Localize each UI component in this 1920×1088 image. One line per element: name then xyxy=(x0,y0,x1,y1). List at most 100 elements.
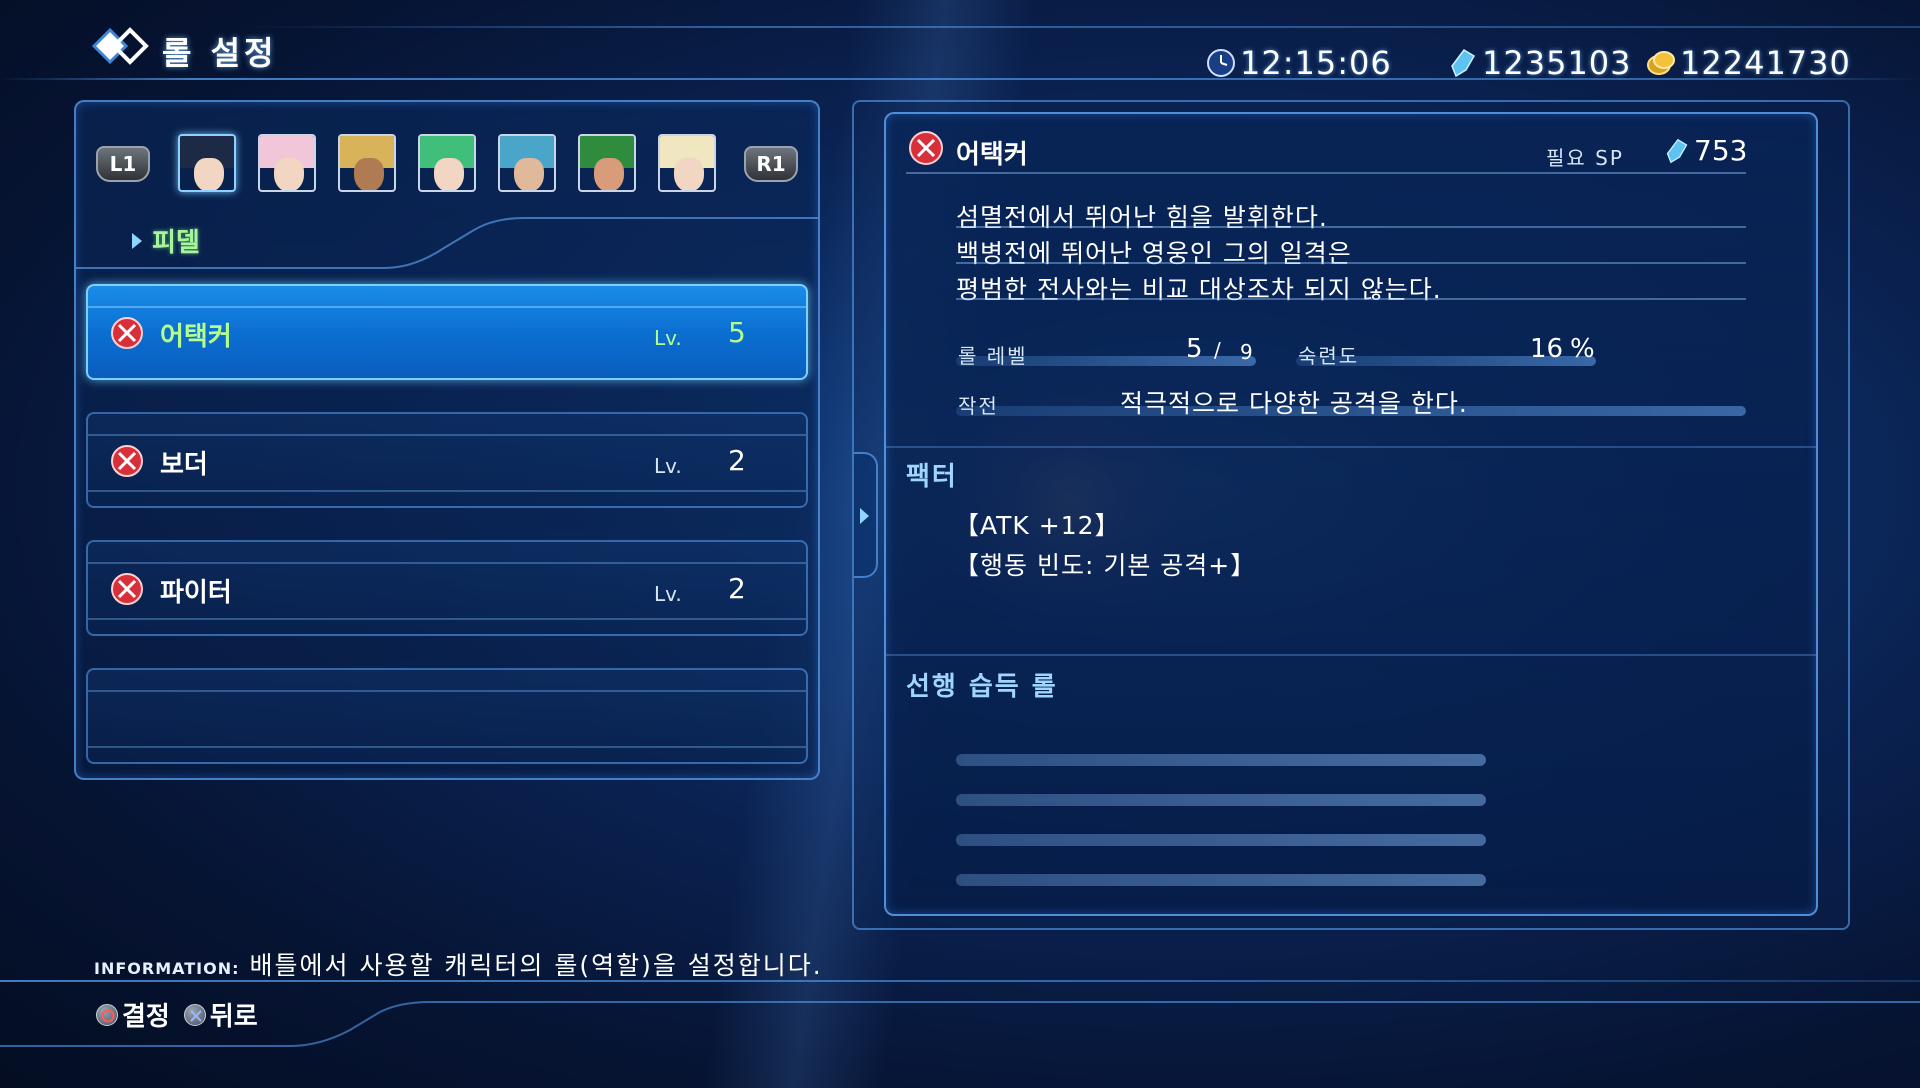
level-value: 5 xyxy=(728,316,746,349)
portrait-emmerson[interactable] xyxy=(578,134,636,192)
back-label: 뒤로 xyxy=(209,1002,258,1032)
role-row-empty[interactable] xyxy=(86,668,808,764)
page-title: 롤 설정 xyxy=(162,34,278,72)
divider xyxy=(886,654,1816,656)
clock-readout: 12:15:06 xyxy=(1206,44,1392,82)
row-line xyxy=(88,434,806,436)
triangle-right-icon xyxy=(860,508,869,524)
role-boarder-icon xyxy=(111,445,143,477)
selected-character: 피델 xyxy=(132,222,200,259)
portrait-miki[interactable] xyxy=(258,134,316,192)
role-name: 어택커 xyxy=(160,322,232,352)
diamond-menu-icon xyxy=(91,27,149,65)
footer-line xyxy=(0,980,1920,982)
description-line-3: 평범한 전사와는 비교 대상조차 되지 않는다. xyxy=(956,275,1442,304)
divider xyxy=(906,172,1746,174)
panel-toggle-tab[interactable] xyxy=(854,452,878,578)
proficiency-label: 숙련도 xyxy=(1298,344,1360,368)
role-level-max: 9 xyxy=(1240,340,1253,364)
role-name: 파이터 xyxy=(160,578,232,608)
portrait-anne[interactable] xyxy=(658,134,716,192)
level-label: Lv. xyxy=(654,582,682,606)
required-sp-value: 753 xyxy=(1694,134,1748,167)
button-prompts: 결정 뒤로 xyxy=(96,996,272,1033)
triangle-right-icon xyxy=(132,232,142,249)
row-line xyxy=(88,746,806,748)
r1-button[interactable]: R1 xyxy=(744,146,798,182)
description-line-1: 섬멸전에서 뛰어난 힘을 발휘한다. xyxy=(956,203,1328,232)
information-text: 배틀에서 사용할 캐릭터의 롤(역할)을 설정합니다. xyxy=(249,951,823,980)
information-label: INFORMATION: xyxy=(94,959,240,978)
character-name: 피델 xyxy=(152,228,200,258)
cross-button-icon xyxy=(183,1003,206,1026)
row-line xyxy=(88,690,806,692)
crystal-icon xyxy=(1666,138,1688,163)
role-row-boarder[interactable]: 보더 Lv. 2 xyxy=(86,412,808,508)
level-label: Lv. xyxy=(654,326,682,350)
clock-icon xyxy=(1207,49,1235,77)
divider xyxy=(956,298,1746,300)
factor-title: 팩터 xyxy=(906,462,958,492)
crystal-readout: 1235103 xyxy=(1448,44,1632,82)
prereq-empty-slot xyxy=(956,834,1486,846)
portrait-face xyxy=(434,158,464,190)
portrait-relia[interactable] xyxy=(418,134,476,192)
row-line xyxy=(88,490,806,492)
divider xyxy=(956,262,1746,264)
role-fighter-icon xyxy=(111,573,143,605)
gold-count: 12241730 xyxy=(1680,44,1851,82)
footer-curve xyxy=(0,1001,1920,1047)
row-line xyxy=(88,306,806,308)
tactics-label: 작전 xyxy=(958,394,999,418)
portrait-face xyxy=(354,158,384,190)
header-line xyxy=(0,78,1920,80)
required-sp-label: 필요 SP xyxy=(1546,146,1624,170)
role-level-separator: / xyxy=(1214,338,1221,362)
divider xyxy=(956,226,1746,228)
role-row-attacker[interactable]: 어택커 Lv. 5 xyxy=(86,284,808,380)
circle-button-icon xyxy=(96,1003,118,1026)
prereq-empty-slot xyxy=(956,794,1486,806)
role-name: 보더 xyxy=(160,450,208,480)
factor-line-1: 【ATK +12】 xyxy=(954,511,1121,540)
level-label: Lv. xyxy=(654,454,682,478)
header-line-top xyxy=(240,26,1920,28)
gold-coin-icon xyxy=(1647,51,1675,75)
proficiency-unit: % xyxy=(1570,334,1595,364)
portrait-fiore[interactable] xyxy=(338,134,396,192)
portrait-face xyxy=(274,158,304,190)
row-line xyxy=(88,618,806,620)
portrait-face xyxy=(594,158,624,190)
back-button[interactable]: 뒤로 xyxy=(183,996,258,1033)
crystal-count: 1235103 xyxy=(1482,44,1632,82)
clock-time: 12:15:06 xyxy=(1240,44,1392,82)
tactics-value: 적극적으로 다양한 공격을 한다. xyxy=(1120,389,1468,418)
prereq-empty-slot xyxy=(956,874,1486,886)
detail-role-name: 어택커 xyxy=(956,140,1028,170)
confirm-button[interactable]: 결정 xyxy=(96,996,170,1033)
gold-readout: 12241730 xyxy=(1646,44,1851,82)
prereq-empty-slot xyxy=(956,754,1486,766)
crystal-icon xyxy=(1451,49,1476,78)
proficiency-value: 16 xyxy=(1530,334,1564,364)
portrait-face xyxy=(674,158,704,190)
l1-button[interactable]: L1 xyxy=(96,146,150,182)
portrait-face xyxy=(194,158,224,190)
level-value: 2 xyxy=(728,572,746,605)
role-level-current: 5 xyxy=(1186,334,1203,364)
factor-line-2: 【행동 빈도: 기본 공격+】 xyxy=(954,551,1257,580)
portrait-face xyxy=(514,158,544,190)
role-attacker-icon xyxy=(909,131,943,165)
prereq-title: 선행 습득 롤 xyxy=(906,672,1058,702)
portrait-victor[interactable] xyxy=(498,134,556,192)
level-value: 2 xyxy=(728,444,746,477)
row-line xyxy=(88,562,806,564)
divider xyxy=(886,446,1816,448)
portrait-fidel[interactable] xyxy=(178,134,236,192)
confirm-label: 결정 xyxy=(122,1002,170,1032)
role-level-label: 롤 레벨 xyxy=(958,344,1028,368)
information-bar: INFORMATION: 배틀에서 사용할 캐릭터의 롤(역할)을 설정합니다. xyxy=(94,946,823,982)
role-attacker-icon xyxy=(111,317,143,349)
required-sp: 753 xyxy=(1664,134,1747,167)
role-row-fighter[interactable]: 파이터 Lv. 2 xyxy=(86,540,808,636)
